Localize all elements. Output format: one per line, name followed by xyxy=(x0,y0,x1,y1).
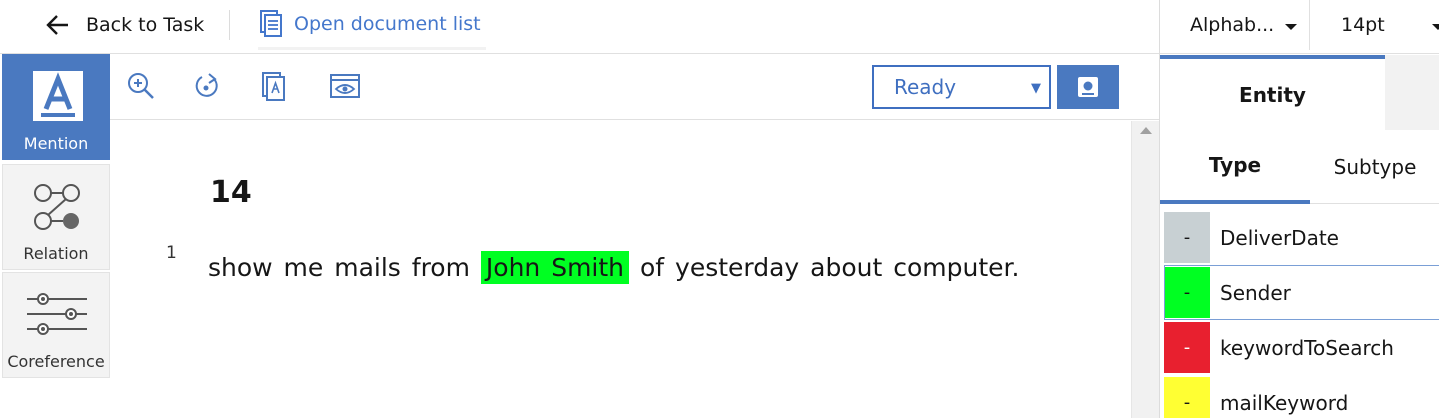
caret-down-icon: ▼ xyxy=(1031,81,1041,96)
document-toolbar: Ready ▼ xyxy=(110,54,1159,120)
entity-type-name: Sender xyxy=(1220,280,1291,305)
document-status-value: Ready xyxy=(894,75,957,99)
relation-icon xyxy=(34,184,80,230)
caret-down-icon xyxy=(1432,24,1439,30)
arrow-left-icon xyxy=(46,15,68,35)
entity-type-mailkeyword[interactable]: - mailKeyword xyxy=(1164,375,1439,418)
open-document-list-link[interactable]: Open document list xyxy=(258,0,486,50)
document-view-button[interactable] xyxy=(256,68,290,104)
document-title: 14 xyxy=(210,175,252,210)
document-sentence[interactable]: show me mails from John Smith of yesterd… xyxy=(208,251,1020,284)
preview-button[interactable] xyxy=(328,68,362,104)
entity-color-swatch: - xyxy=(1164,322,1210,373)
document-list-icon xyxy=(260,9,282,37)
document-view: 14 1 show me mails from John Smith of ye… xyxy=(110,121,1131,418)
zoom-in-button[interactable] xyxy=(124,68,158,104)
zoom-in-icon xyxy=(128,73,154,99)
entity-panel: Alphab... 14pt Entity Type Subtype - Del… xyxy=(1159,0,1439,418)
font-size-dropdown[interactable]: 14pt xyxy=(1310,0,1439,50)
annotation-tools: Mention Relation Coreference xyxy=(0,54,110,418)
tool-mention-label: Mention xyxy=(23,134,89,153)
caret-down-icon xyxy=(1285,24,1297,30)
entity-type-name: DeliverDate xyxy=(1220,225,1339,250)
tab-entity[interactable]: Entity xyxy=(1160,55,1385,130)
tool-relation[interactable]: Relation xyxy=(2,164,110,270)
entity-type-keywordtosearch[interactable]: - keywordToSearch xyxy=(1164,320,1439,375)
back-to-task-link[interactable]: Back to Task xyxy=(44,0,204,50)
entity-type-list: - DeliverDate - Sender - keywordToSearch… xyxy=(1164,210,1439,418)
sentence-text-after: of yesterday about computer. xyxy=(629,253,1020,282)
scroll-up-arrow-icon[interactable] xyxy=(1140,127,1152,134)
divider xyxy=(229,10,230,40)
entity-type-sender[interactable]: - Sender xyxy=(1164,265,1439,320)
top-bar: Back to Task Open document list xyxy=(0,0,1159,54)
tool-mention[interactable]: Mention xyxy=(2,54,110,160)
save-icon xyxy=(1078,77,1098,97)
rotate-button[interactable] xyxy=(190,68,224,104)
entity-color-swatch: - xyxy=(1164,212,1210,263)
tool-coreference-label: Coreference xyxy=(7,352,105,371)
document-scrollbar[interactable] xyxy=(1131,121,1159,418)
tool-coreference[interactable]: Coreference xyxy=(2,272,110,378)
open-document-list-label: Open document list xyxy=(294,12,481,35)
mention-icon xyxy=(33,71,83,121)
sort-order-dropdown[interactable]: Alphab... xyxy=(1160,0,1310,50)
document-status-select[interactable]: Ready ▼ xyxy=(872,65,1051,109)
view-icon xyxy=(330,74,360,98)
entity-type-deliverdate[interactable]: - DeliverDate xyxy=(1164,210,1439,265)
coreference-icon xyxy=(27,293,87,335)
save-button[interactable] xyxy=(1057,65,1119,109)
panel-options: Alphab... 14pt xyxy=(1160,0,1439,54)
line-number: 1 xyxy=(166,243,177,263)
font-size-value: 14pt xyxy=(1341,14,1385,36)
entity-color-swatch: - xyxy=(1164,377,1210,418)
mention-highlight[interactable]: John Smith xyxy=(480,251,630,284)
tool-relation-label: Relation xyxy=(23,244,89,263)
entity-type-name: mailKeyword xyxy=(1220,390,1349,415)
sort-order-value: Alphab... xyxy=(1190,14,1275,36)
subtab-subtype[interactable]: Subtype xyxy=(1310,130,1439,204)
tab-secondary[interactable] xyxy=(1385,55,1439,130)
rotate-icon xyxy=(195,73,218,97)
sentence-text-before: show me mails from xyxy=(208,253,481,282)
entity-type-name: keywordToSearch xyxy=(1220,335,1394,360)
entity-color-swatch: - xyxy=(1164,267,1210,318)
back-to-task-label: Back to Task xyxy=(86,14,205,36)
subtab-type[interactable]: Type xyxy=(1160,130,1310,204)
document-icon xyxy=(262,72,285,101)
